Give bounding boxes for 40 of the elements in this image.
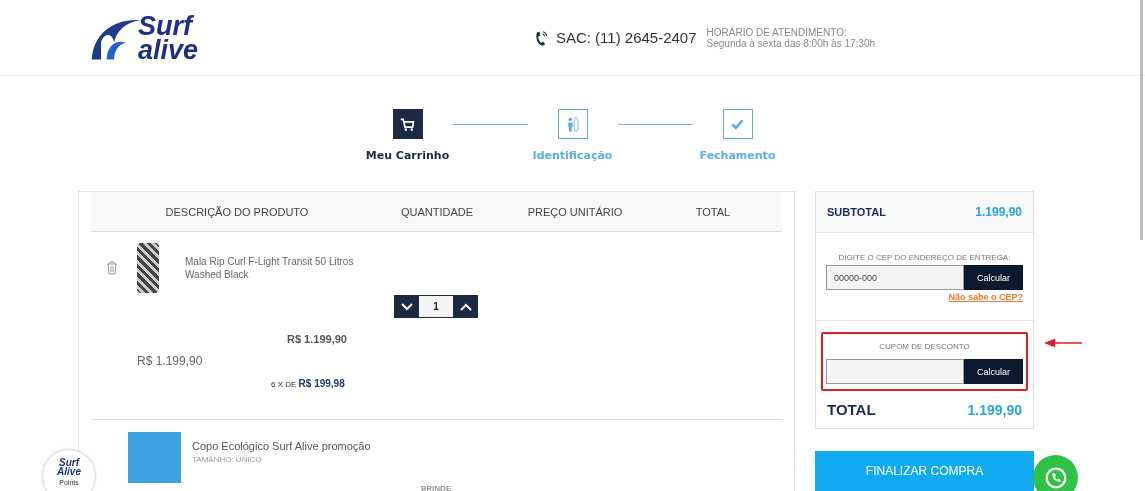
product-photo-placeholder <box>128 432 181 483</box>
hours-text: Segunda à sexta das 8:00h às 17:30h <box>706 37 875 49</box>
step-label: Fechamento <box>699 149 776 162</box>
step-label: Identificação <box>532 149 613 162</box>
column-header: DESCRIÇÃO DO PRODUTO <box>164 205 310 218</box>
logo[interactable]: Surf alive <box>88 13 199 62</box>
coupon-label: CUPOM DE DESCONTO <box>879 342 970 351</box>
arrow-icon <box>1045 339 1083 347</box>
total-label: TOTAL <box>827 401 876 418</box>
decrease-button[interactable] <box>394 295 419 318</box>
cep-field[interactable]: 00000-000 <box>826 265 964 290</box>
trash-icon[interactable] <box>106 261 118 275</box>
unit-price: R$ 1.199,90 <box>287 333 347 345</box>
product-photo-placeholder <box>137 243 159 293</box>
column-header: PREÇO UNITÁRIO <box>526 205 624 218</box>
chevron-up-icon <box>459 302 472 311</box>
whatsapp-button[interactable] <box>1033 455 1078 491</box>
coupon-field[interactable] <box>826 359 964 384</box>
product-name[interactable]: Copo Ecológico Surf Alive promoção <box>192 439 371 452</box>
subtotal-value: 1.199,90 <box>975 205 1022 219</box>
chevron-down-icon <box>400 302 413 311</box>
increase-button[interactable] <box>453 295 478 318</box>
column-header: TOTAL <box>694 205 732 218</box>
hours-title: HORÁRIO DE ATENDIMENTO: <box>706 26 848 38</box>
product-size: TAMANHO: ÚNICO <box>192 454 263 464</box>
calculate-button[interactable]: Calcular <box>964 265 1023 290</box>
installments-text: 6 X DE R$ 199,98 <box>271 378 345 389</box>
product-name[interactable]: Mala Rip Curl F-Light Transit 50 Litros Washed Black <box>185 255 360 281</box>
cep-label: DIGITE O CEP DO ENDEREÇO DE ENTREGA: <box>838 253 1011 262</box>
gift-label: BRINDE <box>421 484 453 491</box>
scrollbar[interactable] <box>1140 0 1143 240</box>
calculate-button[interactable]: Calcular <box>964 359 1023 384</box>
step-indicator[interactable] <box>392 109 423 139</box>
step-label: Meu Carrinho <box>365 149 450 162</box>
total-value: 1.199,90 <box>967 401 1022 418</box>
column-header: QUANTIDADE <box>399 205 475 218</box>
quantity-field[interactable]: 1 <box>419 295 453 318</box>
subtotal-label: SUBTOTAL <box>827 206 886 218</box>
phone-number: SAC: (11) 2645-2407 <box>555 29 697 46</box>
item-price: R$ 1.199,90 <box>137 354 203 368</box>
